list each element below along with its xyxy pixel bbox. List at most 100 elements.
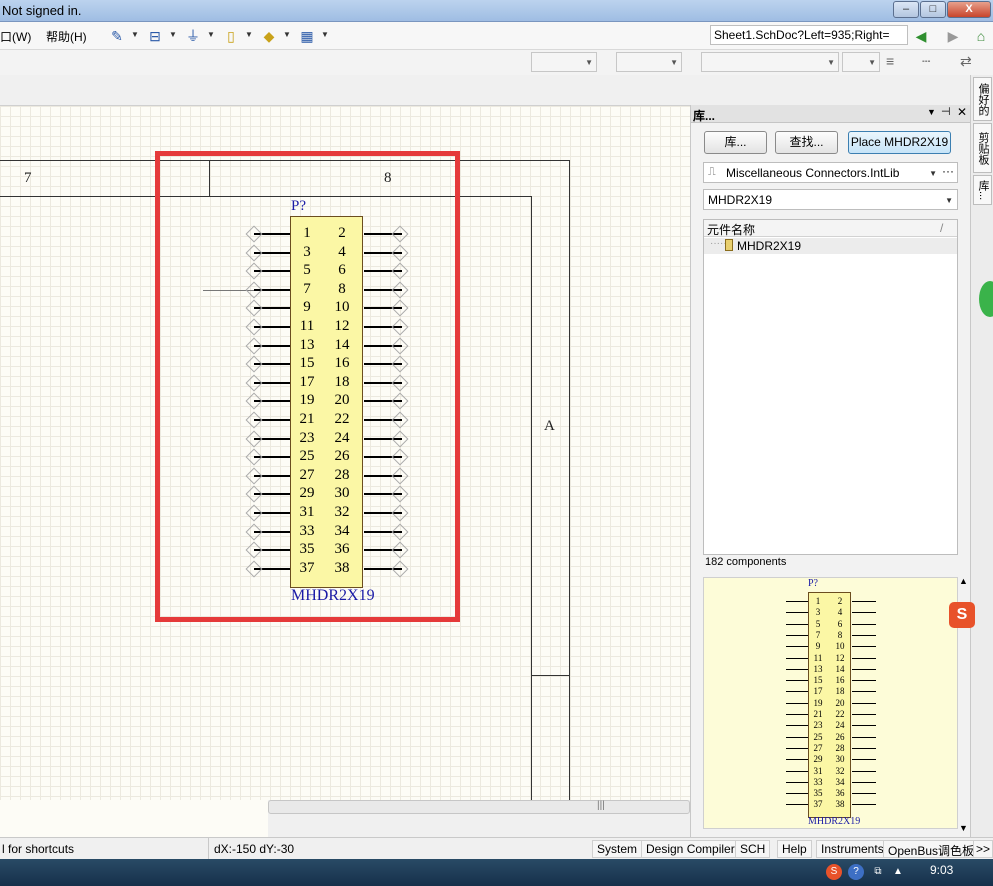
panel-header: 库... ▼ ⊣ ✕ bbox=[691, 105, 971, 123]
status-help-button[interactable]: Help bbox=[777, 840, 812, 858]
preview-pin-number-left: 19 bbox=[813, 697, 823, 708]
pin-number-right: 10 bbox=[334, 299, 350, 316]
schematic-canvas[interactable]: 7 8 A P? 1 3 5 7 9 11 13 15 17 19 21 23 25 27 29 31 33 35… bbox=[0, 105, 690, 800]
swap-icon[interactable]: ⇄ bbox=[960, 53, 972, 70]
part-tool-icon[interactable]: ▯ bbox=[222, 27, 240, 45]
preview-name: MHDR2X19 bbox=[808, 816, 861, 827]
filter-field[interactable]: MHDR2X19 ▼ bbox=[703, 189, 958, 210]
preview-pin-line-right bbox=[852, 657, 876, 659]
preview-pin-line-right bbox=[852, 691, 876, 693]
library-select[interactable]: ⎍ Miscellaneous Connectors.IntLib ▼ ··· bbox=[703, 162, 958, 183]
chevron-down-icon[interactable]: ▼ bbox=[321, 30, 329, 39]
toolbar-combo-1[interactable]: ▼ bbox=[531, 52, 597, 72]
chevron-down-icon[interactable]: ▼ bbox=[207, 30, 215, 39]
pin-number-left: 31 bbox=[299, 504, 315, 520]
help-tray-icon[interactable]: ? bbox=[848, 864, 864, 880]
preview-pin-number-right: 28 bbox=[835, 742, 845, 753]
pin-number-left: 37 bbox=[299, 559, 315, 576]
clock[interactable]: 9:03 bbox=[930, 863, 953, 877]
line-width-icon[interactable]: ≡ bbox=[886, 53, 894, 69]
preview-pin-line-right bbox=[852, 804, 876, 806]
sign-in-status: Not signed in. bbox=[2, 3, 82, 18]
tray-expand-icon[interactable]: ▲ bbox=[890, 864, 906, 880]
preview-pin-line-left bbox=[786, 601, 808, 602]
status-system-button[interactable]: System bbox=[592, 840, 643, 858]
pin-number-right: 4 bbox=[338, 243, 346, 260]
status-sch-button[interactable]: SCH bbox=[735, 840, 771, 858]
menu-help[interactable]: 帮助(H) bbox=[46, 28, 87, 45]
toolbar-combo-4[interactable]: ▼ bbox=[842, 52, 880, 72]
panel-menu-icon[interactable]: ▼ bbox=[927, 107, 936, 117]
component-list[interactable]: 元件名称 / ····· MHDR2X19 bbox=[703, 219, 958, 555]
pin-panel-icon[interactable]: ⊣ bbox=[941, 105, 951, 118]
status-design-compiler-button[interactable]: Design Compiler bbox=[641, 840, 740, 858]
toolbar-combo-3[interactable]: ▼ bbox=[701, 52, 839, 72]
tray-window-icon[interactable]: ⧉ bbox=[870, 864, 886, 880]
preview-pin-line-right bbox=[852, 770, 876, 772]
library-menu-icon[interactable]: ··· bbox=[942, 164, 954, 178]
chevron-down-icon[interactable]: ▼ bbox=[245, 30, 253, 39]
pin-number-left: 27 bbox=[299, 466, 315, 483]
component-preview: P? 1 3 5 7 9 11 13 15 17 19 21 23 25 27 29 31 33 35 37 2 4 6 8… bbox=[703, 577, 958, 829]
sort-icon: / bbox=[940, 221, 944, 235]
list-column-header[interactable]: 元件名称 / bbox=[704, 220, 957, 237]
forward-nav-icon[interactable]: ▶ bbox=[944, 27, 962, 45]
preview-pin-line-left bbox=[786, 702, 808, 704]
search-button[interactable]: 查找... bbox=[775, 131, 838, 154]
title-bar: Not signed in. – □ X bbox=[0, 0, 993, 22]
preview-pin-line-right bbox=[852, 634, 876, 636]
minimize-button[interactable]: – bbox=[893, 1, 919, 18]
scroll-grip-icon[interactable]: ||| bbox=[597, 800, 605, 811]
chevron-down-icon[interactable]: ▼ bbox=[283, 30, 291, 39]
preview-pin-line-right bbox=[852, 736, 876, 738]
libraries-button[interactable]: 库... bbox=[704, 131, 767, 154]
floating-badge-icon[interactable] bbox=[979, 281, 993, 317]
place-component-button[interactable]: Place MHDR2X19 bbox=[848, 131, 951, 154]
chevron-down-icon[interactable]: ▼ bbox=[131, 30, 139, 39]
ime-s-icon[interactable]: S bbox=[949, 602, 975, 628]
preview-pin-number-left: 5 bbox=[815, 618, 821, 629]
toolbar-combo-2[interactable]: ▼ bbox=[616, 52, 682, 72]
component-designator[interactable]: P? bbox=[291, 198, 306, 215]
status-more-button[interactable]: >> bbox=[973, 840, 993, 858]
pin-number-right: 36 bbox=[334, 541, 350, 558]
chevron-down-icon[interactable]: ▼ bbox=[169, 30, 177, 39]
component-comment[interactable]: MHDR2X19 bbox=[291, 587, 375, 605]
preview-pin-number-left: 31 bbox=[813, 765, 823, 776]
port-tool-icon[interactable]: ⊟ bbox=[146, 27, 164, 45]
back-nav-icon[interactable]: ◀ bbox=[912, 27, 930, 45]
tab-favorites[interactable]: 偏好的 bbox=[973, 77, 992, 121]
chevron-down-icon: ▼ bbox=[868, 58, 876, 67]
shape-tool-icon[interactable]: ◆ bbox=[260, 27, 278, 45]
tab-libraries[interactable]: 库... bbox=[973, 175, 992, 205]
library-panel: 库... ▼ ⊣ ✕ 库... 查找... Place MHDR2X19 ⎍ M… bbox=[690, 105, 971, 837]
maximize-button[interactable]: □ bbox=[920, 1, 946, 18]
preview-scroll-up-icon[interactable]: ▲ bbox=[959, 576, 968, 586]
preview-scroll-down-icon[interactable]: ▼ bbox=[959, 823, 968, 833]
preview-pin-number-right: 24 bbox=[835, 720, 845, 731]
tab-clipboard[interactable]: 剪贴板 bbox=[973, 123, 992, 173]
preview-pin-number-left: 23 bbox=[813, 720, 823, 731]
preview-pin-line-right bbox=[852, 668, 876, 670]
menu-window[interactable]: 口(W) bbox=[0, 28, 31, 45]
preview-pin-line-left bbox=[786, 770, 808, 772]
preview-pin-line-right bbox=[852, 747, 876, 749]
wire-tool-icon[interactable]: ✎ bbox=[108, 27, 126, 45]
status-instruments-button[interactable]: Instruments bbox=[816, 840, 889, 858]
preview-pin-line-right bbox=[852, 623, 876, 625]
document-address-field[interactable]: Sheet1.SchDoc?Left=935;Right= bbox=[710, 25, 908, 45]
line-style-icon[interactable]: ┄ bbox=[922, 53, 930, 70]
preview-pin-number-right: 6 bbox=[837, 618, 843, 629]
panel-title: 库... bbox=[693, 109, 716, 123]
close-panel-icon[interactable]: ✕ bbox=[957, 105, 967, 119]
horizontal-scrollbar[interactable]: ||| bbox=[268, 800, 690, 814]
status-openbus-button[interactable]: OpenBus调色板 bbox=[883, 840, 980, 858]
list-item[interactable]: ····· MHDR2X19 bbox=[704, 238, 957, 254]
ime-icon[interactable]: S bbox=[826, 864, 842, 880]
preview-pin-number-left: 17 bbox=[813, 686, 823, 697]
home-icon[interactable]: ⌂ bbox=[972, 27, 990, 45]
pin-number-right: 2 bbox=[338, 225, 346, 241]
ground-tool-icon[interactable]: ⏚ bbox=[184, 27, 202, 45]
close-button[interactable]: X bbox=[947, 1, 991, 18]
grid-tool-icon[interactable]: ▦ bbox=[298, 27, 316, 45]
